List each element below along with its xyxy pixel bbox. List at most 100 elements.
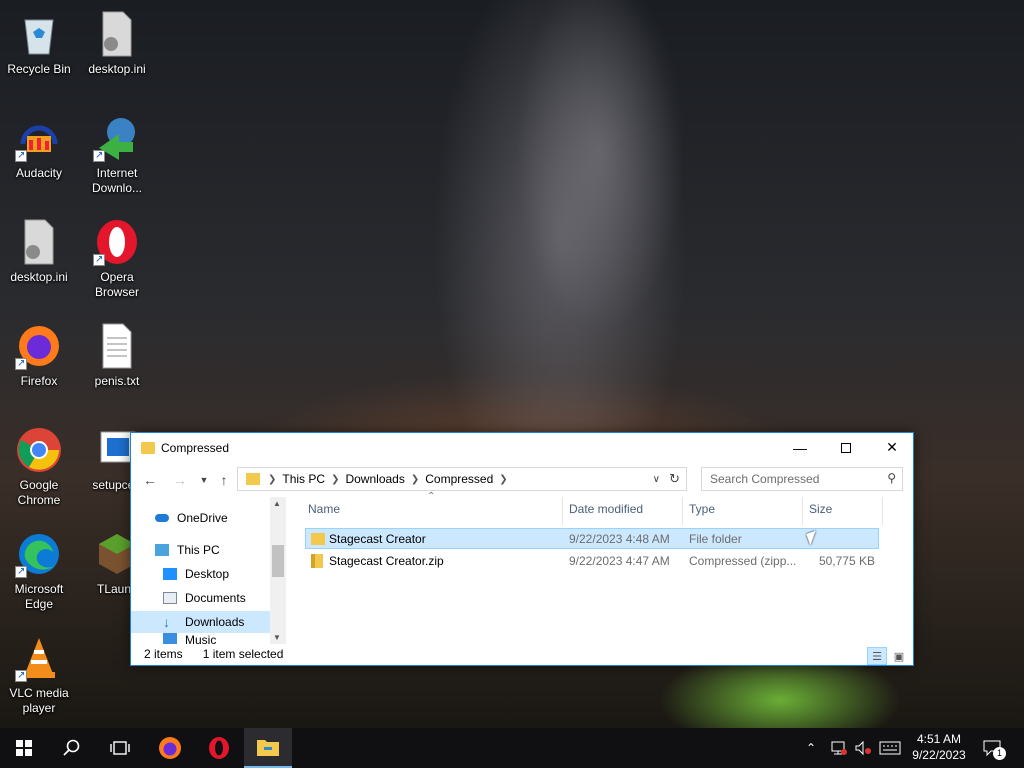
- settings-file-icon: [93, 10, 141, 58]
- file-size: 50,775 KB: [818, 553, 875, 568]
- shortcut-arrow-icon: [93, 148, 105, 163]
- forward-arrow-icon: →: [173, 472, 187, 488]
- taskbar-file-explorer[interactable]: [244, 728, 292, 768]
- file-type: File folder: [689, 531, 742, 546]
- start-button[interactable]: [0, 728, 48, 768]
- breadcrumb-downloads[interactable]: Downloads: [345, 472, 404, 486]
- desktop-icon-opera[interactable]: Opera Browser: [80, 218, 154, 300]
- action-center-button[interactable]: 1: [982, 728, 1006, 768]
- network-disconnected-icon: [831, 741, 847, 755]
- navigation-pane: OneDrive This PC Desktop Documents ↓ Dow…: [131, 497, 286, 644]
- desktop-icon-recycle-bin[interactable]: Recycle Bin: [2, 10, 76, 77]
- scrollbar-thumb[interactable]: [272, 545, 284, 577]
- large-icons-view-icon: ▣: [893, 650, 905, 663]
- task-view-icon: [110, 741, 130, 755]
- scroll-up-icon[interactable]: ▲: [273, 499, 281, 508]
- desktop-icon-label: Recycle Bin: [7, 62, 71, 76]
- desktop-icon-desktop-ini[interactable]: desktop.ini: [80, 10, 154, 77]
- windows-logo-icon: [16, 740, 32, 756]
- close-button[interactable]: ✕: [869, 433, 915, 462]
- folder-icon: [311, 532, 325, 545]
- file-row-stagecast-creator-zip[interactable]: Stagecast Creator.zip 9/22/2023 4:47 AM …: [305, 550, 879, 571]
- desktop-icon-chrome[interactable]: Google Chrome: [2, 426, 76, 508]
- file-list: ⌃ Name Date modified Type Size Stagecast…: [299, 491, 913, 644]
- taskbar-opera[interactable]: [195, 728, 243, 768]
- column-divider[interactable]: [562, 497, 563, 525]
- search-icon: ⚲: [887, 471, 896, 485]
- nav-item-desktop[interactable]: Desktop: [131, 563, 271, 585]
- breadcrumb-compressed[interactable]: Compressed: [425, 472, 493, 486]
- column-divider[interactable]: [682, 497, 683, 525]
- file-explorer-window[interactable]: Compressed — ✕ ← → ▼ ↑ ❯ This PC ❯ Downl…: [130, 432, 914, 666]
- address-dropdown-icon[interactable]: ∨: [653, 474, 660, 485]
- text-file-icon: [93, 322, 141, 370]
- desktop-icon-vlc[interactable]: VLC media player: [2, 634, 76, 716]
- settings-file-icon: [15, 218, 63, 266]
- title-bar[interactable]: Compressed — ✕: [131, 433, 913, 462]
- item-count: 2 items: [144, 647, 183, 661]
- documents-icon: [163, 592, 177, 604]
- opera-icon: [93, 218, 141, 267]
- taskbar: ⌃ 4:51 AM 9/22/2023 1: [0, 728, 1024, 768]
- column-header-type[interactable]: Type: [689, 502, 715, 516]
- folder-icon: [246, 473, 260, 485]
- chevron-right-icon[interactable]: ❯: [411, 474, 419, 485]
- desktop-icon-firefox[interactable]: Firefox: [2, 322, 76, 389]
- onedrive-icon: [155, 514, 169, 522]
- nav-item-this-pc[interactable]: This PC: [131, 539, 271, 561]
- minimize-button[interactable]: —: [777, 433, 823, 462]
- desktop-icon-audacity[interactable]: Audacity: [2, 114, 76, 181]
- up-button[interactable]: ↑: [213, 469, 235, 491]
- computer-icon: [155, 544, 169, 556]
- column-header-name[interactable]: Name: [308, 502, 340, 516]
- search-box[interactable]: Search Compressed ⚲: [701, 467, 903, 491]
- volume-status[interactable]: [855, 728, 873, 768]
- column-header-size[interactable]: Size: [809, 502, 832, 516]
- close-icon: ✕: [886, 439, 898, 455]
- nav-item-label: This PC: [177, 543, 220, 557]
- column-divider[interactable]: [882, 497, 883, 525]
- shortcut-arrow-icon: [15, 668, 27, 683]
- large-icons-view-button[interactable]: ▣: [889, 647, 909, 665]
- desktop-icon-label: Audacity: [15, 166, 63, 180]
- desktop-icon-internet-download-manager[interactable]: Internet Downlo...: [80, 114, 154, 196]
- navigation-pane-scrollbar[interactable]: ▲ ▼: [270, 497, 286, 644]
- scroll-down-icon[interactable]: ▼: [273, 633, 281, 642]
- forward-button[interactable]: →: [169, 469, 191, 491]
- touch-keyboard-button[interactable]: [879, 728, 901, 768]
- chevron-right-icon[interactable]: ❯: [499, 474, 507, 485]
- column-divider[interactable]: [802, 497, 803, 525]
- address-bar[interactable]: ❯ This PC ❯ Downloads ❯ Compressed ❯ ∨ ↻: [237, 467, 687, 491]
- clock-date: 9/22/2023: [912, 748, 966, 762]
- task-view-button[interactable]: [96, 728, 144, 768]
- back-button[interactable]: ←: [139, 469, 161, 491]
- refresh-icon[interactable]: ↻: [669, 471, 680, 487]
- file-date: 9/22/2023 4:47 AM: [569, 553, 670, 568]
- clock[interactable]: 4:51 AM 9/22/2023: [904, 731, 974, 763]
- desktop-icon-desktop-ini-2[interactable]: desktop.ini: [2, 218, 76, 285]
- maximize-button[interactable]: [823, 433, 869, 462]
- search-button[interactable]: [48, 728, 96, 768]
- chevron-right-icon[interactable]: ❯: [331, 474, 339, 485]
- desktop-icon-penis-txt[interactable]: penis.txt: [80, 322, 154, 389]
- recent-locations-button[interactable]: ▼: [193, 469, 215, 491]
- nav-item-onedrive[interactable]: OneDrive: [131, 507, 271, 529]
- details-view-button[interactable]: ☰: [867, 647, 887, 665]
- downloads-icon: ↓: [163, 614, 170, 630]
- nav-item-downloads[interactable]: ↓ Downloads: [131, 611, 271, 633]
- desktop-icon-label: Google Chrome: [17, 478, 61, 507]
- shortcut-arrow-icon: [93, 252, 105, 267]
- navigation-bar: ← → ▼ ↑ ❯ This PC ❯ Downloads ❯ Compress…: [131, 466, 913, 492]
- taskbar-firefox[interactable]: [146, 728, 194, 768]
- column-header-date-modified[interactable]: Date modified: [569, 502, 643, 516]
- nav-item-label: OneDrive: [177, 511, 228, 525]
- firefox-icon: [159, 737, 181, 759]
- file-row-stagecast-creator[interactable]: Stagecast Creator 9/22/2023 4:48 AM File…: [305, 528, 879, 549]
- search-input[interactable]: Search Compressed: [710, 472, 819, 486]
- network-status[interactable]: [830, 728, 848, 768]
- desktop-icon-edge[interactable]: Microsoft Edge: [2, 530, 76, 612]
- volume-muted-icon: [855, 740, 871, 756]
- breadcrumb-this-pc[interactable]: This PC: [282, 472, 325, 486]
- show-hidden-icons-button[interactable]: ⌃: [806, 728, 816, 768]
- nav-item-documents[interactable]: Documents: [131, 587, 271, 609]
